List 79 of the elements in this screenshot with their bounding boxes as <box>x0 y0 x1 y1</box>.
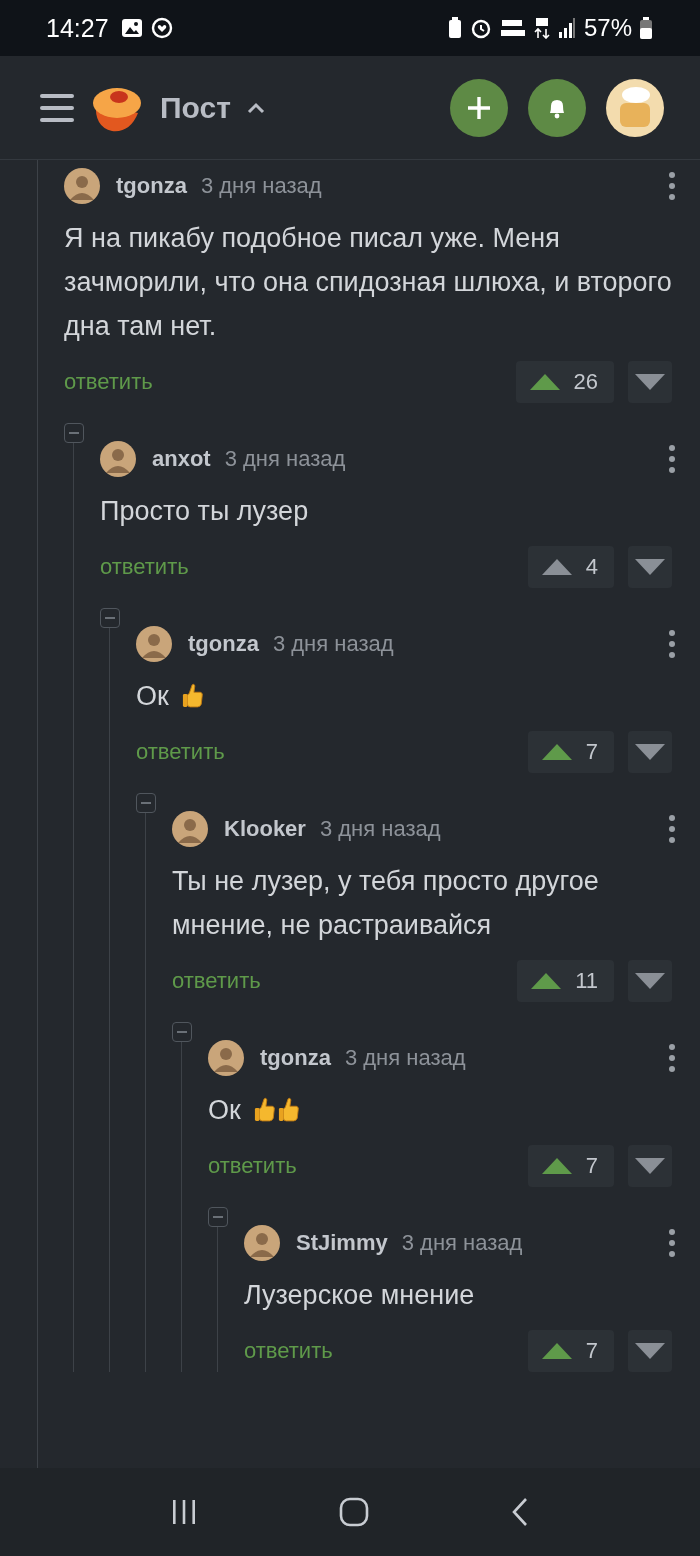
home-icon[interactable] <box>339 1497 369 1527</box>
caret-up-icon[interactable] <box>246 101 265 114</box>
downvote-button[interactable] <box>628 361 672 403</box>
username[interactable]: tgonza <box>260 1045 331 1071</box>
username[interactable]: StJimmy <box>296 1230 388 1256</box>
avatar-icon[interactable] <box>136 626 172 662</box>
upvote-button[interactable]: 26 <box>515 361 614 403</box>
more-icon[interactable] <box>668 171 676 201</box>
username[interactable]: Klooker <box>224 816 306 842</box>
triangle-up-icon <box>541 559 572 575</box>
comment-text: Лузерское мнение <box>244 1280 475 1310</box>
comment-time: 3 дня назад <box>200 173 323 199</box>
more-icon[interactable] <box>668 1043 676 1073</box>
reply-link[interactable]: ответить <box>136 739 528 765</box>
image-icon <box>120 18 143 38</box>
downvote-button[interactable] <box>628 731 672 773</box>
avatar-icon[interactable] <box>208 1040 244 1076</box>
comment-text: Просто ты лузер <box>100 496 309 526</box>
avatar-icon[interactable] <box>244 1225 280 1261</box>
triangle-up-icon <box>531 973 562 989</box>
collapse-button[interactable] <box>100 608 120 628</box>
reply-link[interactable]: ответить <box>208 1153 528 1179</box>
comment-time: 3 дня назад <box>344 1045 467 1071</box>
data-arrows-icon <box>533 17 550 39</box>
username[interactable]: anxot <box>152 446 211 472</box>
comment-time: 3 дня назад <box>224 446 347 472</box>
downvote-button[interactable] <box>628 546 672 588</box>
username[interactable]: tgonza <box>188 631 259 657</box>
triangle-down-icon <box>635 559 665 575</box>
collapse-button[interactable] <box>64 423 84 443</box>
triangle-down-icon <box>635 1343 665 1359</box>
downvote-button[interactable] <box>628 960 672 1002</box>
avatar-icon[interactable] <box>172 811 208 847</box>
upvote-button[interactable]: 7 <box>527 1330 614 1372</box>
status-time: 14:27 <box>46 13 109 43</box>
triangle-up-icon <box>541 744 572 760</box>
upvote-button[interactable]: 4 <box>527 546 614 588</box>
upvote-button[interactable]: 7 <box>527 1145 614 1187</box>
reply-link[interactable]: ответить <box>172 968 518 994</box>
avatar-icon[interactable] <box>100 441 136 477</box>
menu-icon[interactable] <box>40 92 74 123</box>
comment-time: 3 дня назад <box>272 631 395 657</box>
more-icon[interactable] <box>668 629 676 659</box>
more-icon[interactable] <box>668 814 676 844</box>
downvote-button[interactable] <box>628 1145 672 1187</box>
username[interactable]: tgonza <box>116 173 187 199</box>
reply-link[interactable]: ответить <box>64 369 516 395</box>
triangle-up-icon <box>541 1158 572 1174</box>
collapse-button[interactable] <box>208 1207 228 1227</box>
comment-text: Ты не лузер, у тебя просто другое мнение, не растраивайся <box>172 866 599 940</box>
page-title[interactable]: Пост <box>160 90 231 125</box>
triangle-up-icon <box>529 374 560 390</box>
battery-saver-icon <box>447 17 462 39</box>
triangle-up-icon <box>541 1343 572 1359</box>
upvote-button[interactable]: 7 <box>527 731 614 773</box>
profile-avatar-icon[interactable] <box>606 78 664 137</box>
comment-text: Ок <box>136 681 169 711</box>
reply-link[interactable]: ответить <box>100 554 528 580</box>
battery-percent: 57% <box>583 14 632 42</box>
downvote-button[interactable] <box>628 1330 672 1372</box>
comment-time: 3 дня назад <box>401 1230 524 1256</box>
triangle-down-icon <box>635 1158 665 1174</box>
reply-link[interactable]: ответить <box>244 1338 528 1364</box>
battery-icon <box>640 17 652 39</box>
comment-time: 3 дня назад <box>319 816 442 842</box>
triangle-down-icon <box>635 744 665 760</box>
triangle-down-icon <box>635 374 665 390</box>
more-icon[interactable] <box>668 444 676 474</box>
more-icon[interactable] <box>668 1228 676 1258</box>
triangle-down-icon <box>635 973 665 989</box>
comment-text: Я на пикабу подобное писал уже. Меня зачморили, что она спидозная шлюха, и второго дна там нет. <box>64 223 672 341</box>
collapse-button[interactable] <box>172 1022 192 1042</box>
alarm-icon <box>469 17 492 39</box>
collapse-button[interactable] <box>136 793 156 813</box>
comment-text: Ок <box>208 1095 241 1125</box>
signal-icon <box>557 18 576 38</box>
upvote-button[interactable]: 11 <box>517 960 614 1002</box>
plus-icon <box>466 94 492 121</box>
avatar-icon[interactable] <box>64 168 100 204</box>
